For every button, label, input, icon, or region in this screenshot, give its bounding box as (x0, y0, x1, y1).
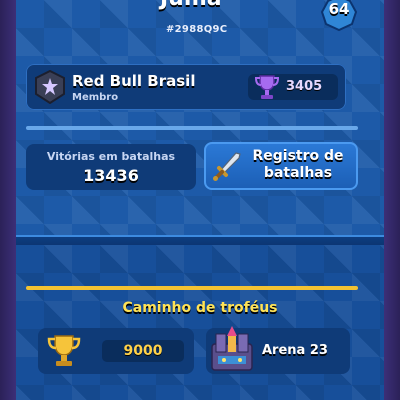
wins-label: Vitórias em batalhas (46, 150, 176, 163)
trophy-road-title: Caminho de troféus (122, 300, 278, 316)
trophy-road-divider (26, 286, 358, 290)
trophy-road-count-chip: 9000 (102, 340, 184, 362)
trophy-road-section (16, 245, 384, 400)
battle-log-label: Registro de batalhas (252, 148, 344, 181)
clan-role: Membro (72, 92, 119, 103)
clan-badge-icon (35, 70, 65, 104)
arena-icon (211, 326, 253, 371)
battle-log-button[interactable]: Registro de batalhas (204, 142, 358, 190)
left-frame (0, 0, 16, 400)
separator-line (26, 126, 358, 130)
level-number: 64 (328, 0, 350, 18)
right-frame (384, 0, 400, 400)
player-tag[interactable]: #2988Q9C (166, 24, 227, 35)
clan-info[interactable]: Red Bull Brasil Membro 3405 (26, 64, 346, 110)
current-arena[interactable]: Arena 23 (206, 326, 350, 374)
wins-value: 13436 (83, 166, 139, 185)
player-name: Juma (160, 0, 222, 11)
trophy-road-trophies[interactable]: 9000 (38, 328, 194, 374)
clan-trophy-count: 3405 (286, 79, 323, 94)
arena-name: Arena 23 (262, 343, 328, 358)
purple-trophy-icon (254, 75, 280, 99)
clan-name: Red Bull Brasil (72, 72, 196, 90)
gold-trophy-icon (47, 335, 81, 366)
sword-icon (213, 152, 241, 181)
profile-header-section (16, 0, 384, 240)
trophy-road-count: 9000 (123, 343, 163, 359)
clan-trophies: 3405 (248, 74, 338, 100)
battle-wins-stat: Vitórias em batalhas 13436 (26, 144, 196, 190)
level-badge: 64 (320, 0, 358, 32)
